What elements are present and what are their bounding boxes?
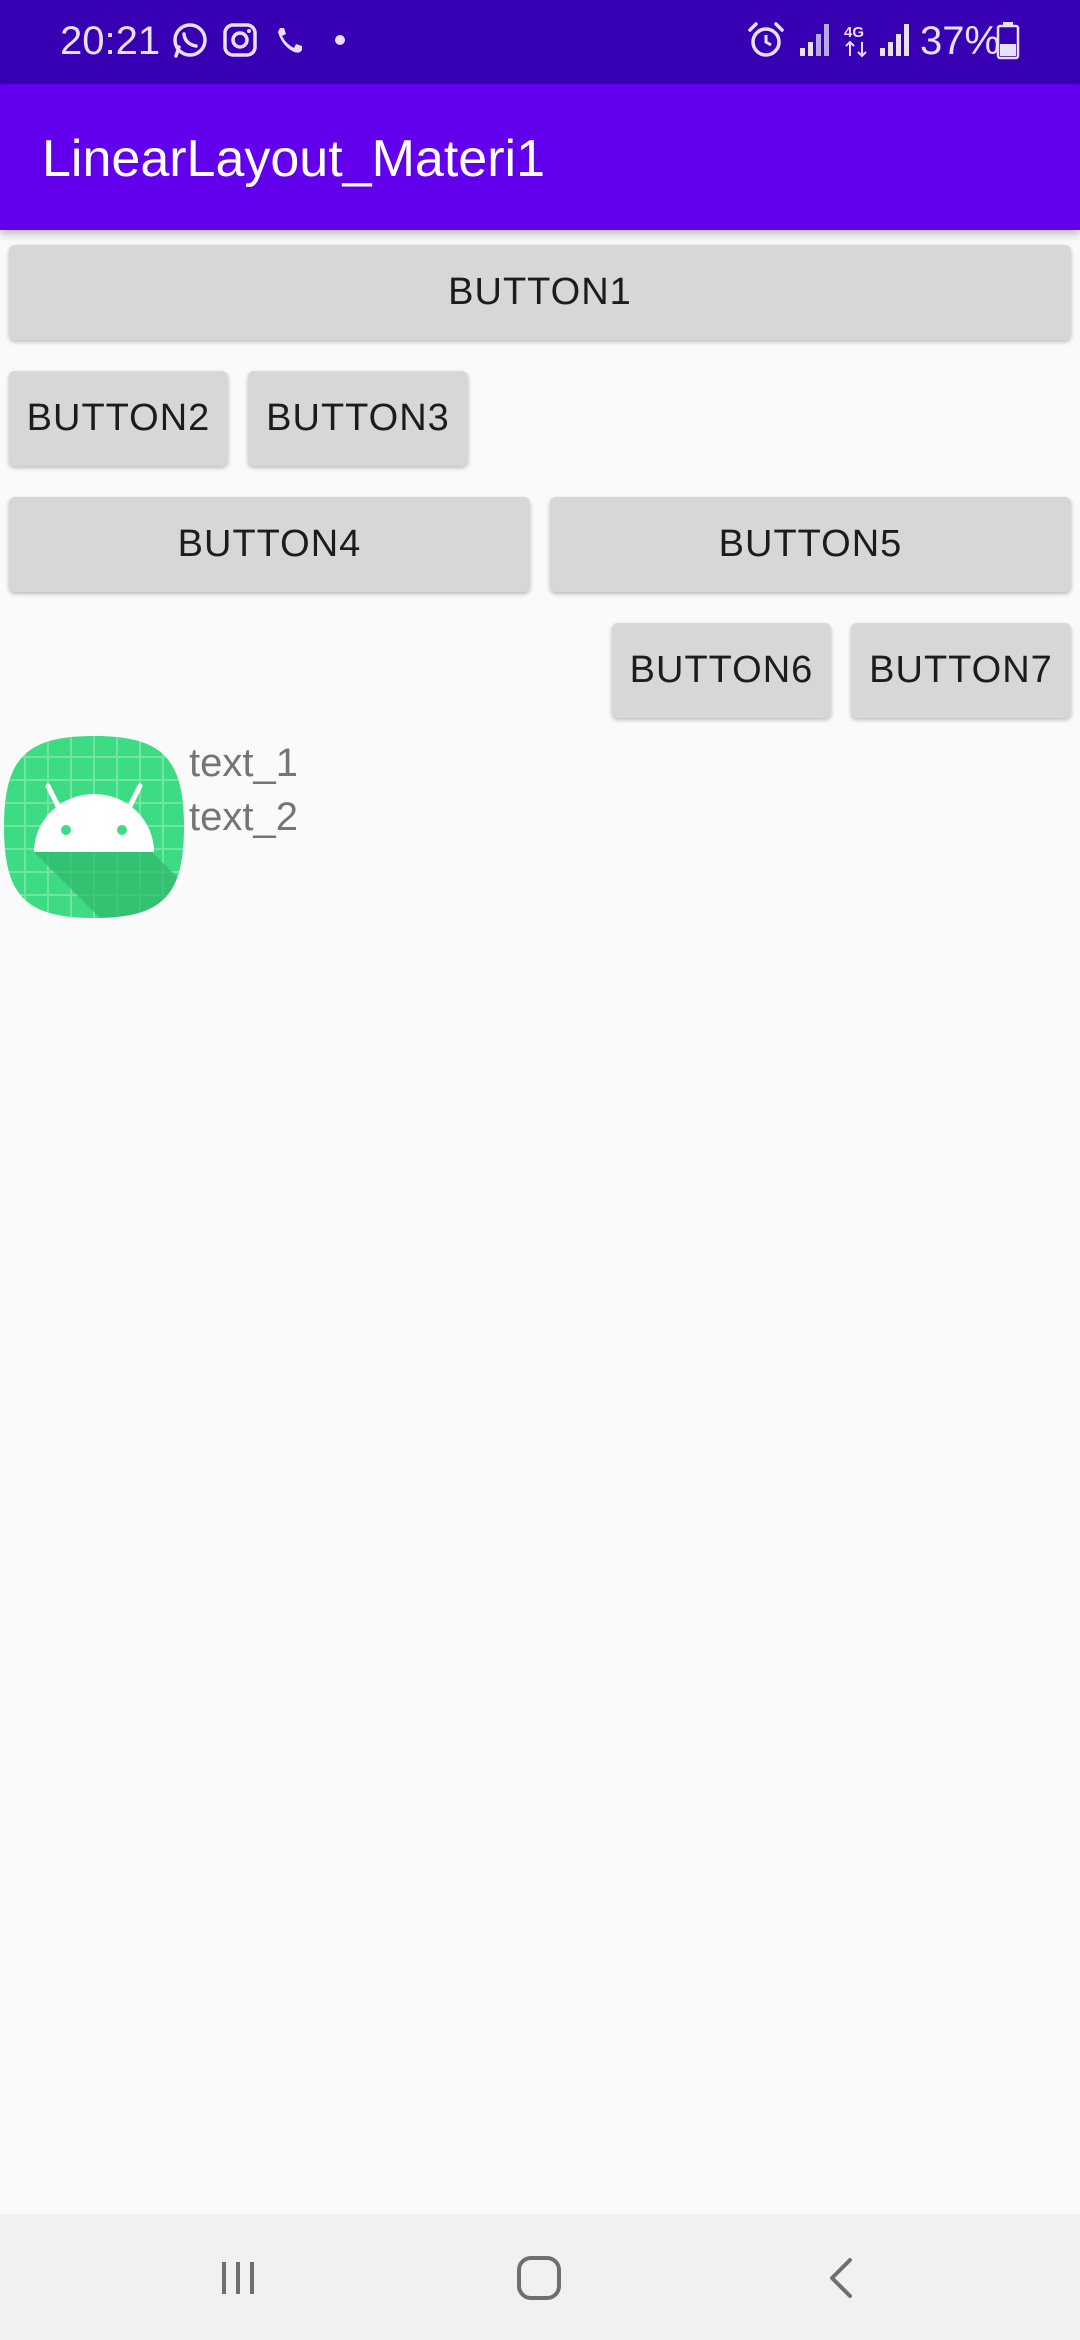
whatsapp-icon xyxy=(173,23,207,58)
button2[interactable]: BUTTON2 xyxy=(9,371,228,466)
recent-apps-button[interactable] xyxy=(196,2236,280,2320)
phone-missed-icon xyxy=(278,28,302,53)
alarm-icon xyxy=(748,22,784,57)
svg-text:4G: 4G xyxy=(844,24,864,41)
back-icon xyxy=(830,2258,852,2298)
text-2: text_2 xyxy=(189,795,298,839)
button6[interactable]: BUTTON6 xyxy=(612,623,831,718)
4g-icon: 4G xyxy=(844,24,867,58)
battery-percentage: 37% xyxy=(920,19,1001,63)
button3[interactable]: BUTTON3 xyxy=(248,371,468,466)
back-button[interactable] xyxy=(800,2236,884,2320)
home-button[interactable] xyxy=(497,2236,581,2320)
instagram-icon xyxy=(223,23,257,57)
recent-apps-icon xyxy=(222,2262,254,2294)
home-icon xyxy=(517,2256,561,2300)
navigation-bar xyxy=(0,2214,1080,2340)
button5[interactable]: BUTTON5 xyxy=(550,497,1071,592)
text-1: text_1 xyxy=(189,741,298,785)
signal-icon xyxy=(800,24,829,56)
status-bar: 20:21 4G 37% xyxy=(0,0,1080,84)
button1[interactable]: BUTTON1 xyxy=(9,245,1071,340)
button4[interactable]: BUTTON4 xyxy=(9,497,530,592)
status-time: 20:21 xyxy=(60,19,161,63)
app-title: LinearLayout_Materi1 xyxy=(42,130,545,188)
signal-icon xyxy=(880,24,909,56)
app-bar: LinearLayout_Materi1 xyxy=(0,84,1080,230)
android-app-icon xyxy=(4,736,184,918)
battery-icon xyxy=(996,22,1020,60)
button7[interactable]: BUTTON7 xyxy=(851,623,1071,718)
dot-icon xyxy=(335,35,345,45)
